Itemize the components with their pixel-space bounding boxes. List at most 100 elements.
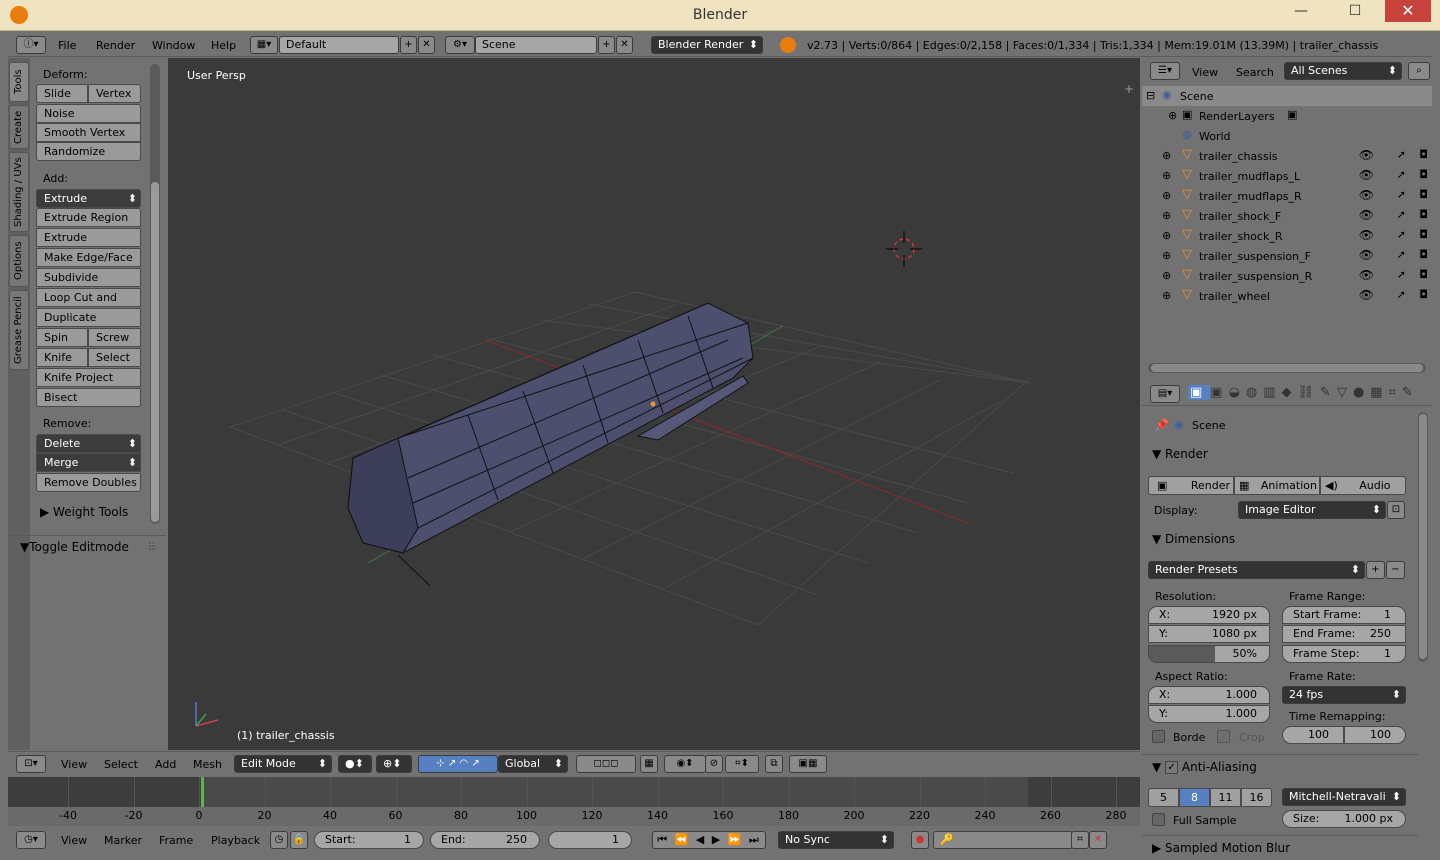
audio-button[interactable]: ◀) Audio (1320, 476, 1406, 495)
shading-select[interactable]: ●⬍ (338, 755, 372, 773)
render-camera-icon[interactable]: ◘ (1419, 228, 1428, 241)
delete-select[interactable]: Delete ⬍ (36, 434, 141, 453)
render-engine-select[interactable]: Blender Render ⬍ (651, 36, 763, 54)
properties-scrollbar[interactable] (1418, 412, 1428, 662)
editor-type-3dview-icon[interactable]: ⊡▾ (16, 755, 46, 773)
outliner-scrollbar[interactable] (1148, 363, 1426, 373)
smooth-vertex-button[interactable]: Smooth Vertex (36, 123, 141, 142)
select-arrow-icon[interactable]: ➚ (1397, 288, 1406, 301)
crop-checkbox[interactable] (1217, 730, 1230, 743)
tab-create[interactable]: Create (9, 105, 29, 149)
tab-options[interactable]: Options (9, 235, 29, 287)
expand-icon[interactable]: ⊕ (1162, 269, 1171, 282)
timeline-menu-view[interactable]: View (61, 834, 87, 847)
add-scene-icon[interactable]: + (598, 36, 615, 54)
timeline-menu-frame[interactable]: Frame (159, 834, 193, 847)
outliner-row-object[interactable]: ⊕ ▽ trailer_mudflaps_L 👁 ➚ ◘ (1142, 166, 1432, 186)
render-camera-icon[interactable]: ◘ (1419, 288, 1428, 301)
timeline-area[interactable]: -40 -20 0 20 40 60 80 100 120 140 160 180 200 220 240 2… (8, 777, 1140, 826)
select-arrow-icon[interactable]: ➚ (1397, 208, 1406, 221)
aa-samples-16[interactable]: 16 (1241, 788, 1272, 807)
menu-mesh[interactable]: Mesh (193, 758, 222, 771)
anti-aliasing-checkbox[interactable]: ✓ (1165, 761, 1179, 774)
playback-controls[interactable]: ⏮ ⏪ ◀ ▶ ⏩ ⏭ (652, 831, 766, 849)
screen-layout-icon[interactable]: ▦▾ (250, 36, 278, 54)
properties-toggle-icon[interactable]: + (1124, 82, 1134, 96)
scene-icon[interactable]: ⚙▾ (445, 36, 475, 54)
maximize-button[interactable]: ☐ (1332, 0, 1378, 22)
visibility-eye-icon[interactable]: 👁 (1359, 148, 1374, 162)
layout-field[interactable]: Default (279, 36, 399, 54)
expand-icon[interactable]: ⊕ (1162, 249, 1171, 262)
render-camera-icon[interactable]: ◘ (1419, 188, 1428, 201)
remap-old-field[interactable]: 100 (1282, 726, 1344, 744)
aa-samples-8[interactable]: 8 (1179, 788, 1210, 807)
select-arrow-icon[interactable]: ➚ (1397, 148, 1406, 161)
visibility-eye-icon[interactable]: 👁 (1359, 288, 1374, 302)
mode-select[interactable]: Edit Mode ⬍ (234, 755, 332, 773)
render-camera-icon[interactable]: ◘ (1419, 268, 1428, 281)
aa-samples-5[interactable]: 5 (1148, 788, 1179, 807)
add-layout-icon[interactable]: + (400, 36, 417, 54)
snap-toggle-icon[interactable]: ⊘ (705, 755, 723, 773)
merge-select[interactable]: Merge ⬍ (36, 453, 141, 472)
select-arrow-icon[interactable]: ➚ (1397, 248, 1406, 261)
keying-set-field[interactable]: 🔑 (933, 831, 1073, 849)
randomize-button[interactable]: Randomize (36, 142, 141, 161)
outliner-row-renderlayers[interactable]: ⊕ ▣ RenderLayers ▣ (1142, 106, 1432, 126)
resolution-y-field[interactable]: Y: 1080 px (1148, 625, 1270, 643)
expand-icon[interactable]: ⊕ (1162, 169, 1171, 182)
screw-button[interactable]: Screw (88, 328, 141, 347)
delete-keyframe-icon[interactable]: ✕ (1089, 831, 1107, 849)
scene-field[interactable]: Scene (475, 36, 597, 54)
tab-shading-uvs[interactable]: Shading / UVs (9, 152, 29, 232)
frame-rate-select[interactable]: 24 fps ⬍ (1282, 686, 1406, 704)
render-presets-select[interactable]: Render Presets ⬍ (1148, 561, 1365, 579)
expand-icon[interactable]: ⊕ (1162, 229, 1171, 242)
proportional-edit-select[interactable]: ◉⬍ (664, 755, 706, 773)
end-frame-field[interactable]: End: 250 (430, 831, 540, 849)
knife-project-button[interactable]: Knife Project (36, 368, 141, 387)
anti-aliasing-section-header[interactable]: ▼ ✓ Anti-Aliasing (1152, 760, 1257, 774)
menu-window[interactable]: Window (152, 39, 195, 52)
border-checkbox[interactable] (1152, 730, 1165, 743)
sync-select[interactable]: No Sync ⬍ (778, 831, 894, 849)
weight-tools-panel[interactable]: ▶ Weight Tools (40, 505, 128, 519)
editor-type-timeline-icon[interactable]: ◷▾ (16, 831, 46, 849)
visibility-eye-icon[interactable]: 👁 (1359, 228, 1374, 242)
extrude-select[interactable]: Extrude ⬍ (36, 189, 141, 208)
loop-cut-button[interactable]: Loop Cut and Slide (36, 288, 141, 321)
expand-icon[interactable]: ⊕ (1168, 109, 1177, 122)
visibility-eye-icon[interactable]: 👁 (1359, 188, 1374, 202)
knife-button[interactable]: Knife (36, 348, 88, 367)
spin-button[interactable]: Spin (36, 328, 88, 347)
make-edge-face-button[interactable]: Make Edge/Face (36, 248, 141, 267)
outliner-row-object[interactable]: ⊕ ▽ trailer_mudflaps_R 👁 ➚ ◘ (1142, 186, 1432, 206)
render-camera-icon[interactable]: ◘ (1419, 208, 1428, 221)
render-preview-icons[interactable]: ▣▦ (789, 755, 827, 773)
editor-type-properties-icon[interactable]: ▤▾ (1150, 385, 1180, 403)
expand-icon[interactable]: ⊕ (1162, 149, 1171, 162)
outliner-row-object[interactable]: ⊕ ▽ trailer_shock_R 👁 ➚ ◘ (1142, 226, 1432, 246)
context-tabs[interactable]: ▣ ▣◒◍▥◆⛓✎▽●▦⌗✎ (1188, 385, 1428, 403)
visibility-eye-icon[interactable]: 👁 (1359, 268, 1374, 282)
orientation-select[interactable]: Global ⬍ (498, 755, 568, 773)
render-camera-icon[interactable]: ◘ (1419, 148, 1428, 161)
copy-icon[interactable]: ⧉ (765, 755, 783, 773)
pivot-select[interactable]: ⊕⬍ (376, 755, 412, 773)
render-camera-icon[interactable]: ◘ (1419, 168, 1428, 181)
add-preset-icon[interactable]: + (1366, 561, 1385, 579)
snap-element-select[interactable]: ⌗⬍ (725, 755, 759, 773)
outliner-row-object[interactable]: ⊕ ▽ trailer_suspension_R 👁 ➚ ◘ (1142, 266, 1432, 286)
toolshelf-scrollbar[interactable] (150, 64, 160, 524)
menu-render[interactable]: Render (96, 39, 135, 52)
aa-samples-11[interactable]: 11 (1210, 788, 1241, 807)
timeline-menu-playback[interactable]: Playback (211, 834, 260, 847)
pin-icon[interactable]: 📌 (1154, 418, 1169, 432)
outliner-row-object[interactable]: ⊕ ▽ trailer_suspension_F 👁 ➚ ◘ (1142, 246, 1432, 266)
minimize-button[interactable]: — (1278, 0, 1324, 22)
extrude-region-button[interactable]: Extrude Region (36, 208, 141, 227)
menu-select[interactable]: Select (104, 758, 138, 771)
menu-view[interactable]: View (61, 758, 87, 771)
render-section-header[interactable]: ▼ Render (1152, 447, 1208, 461)
